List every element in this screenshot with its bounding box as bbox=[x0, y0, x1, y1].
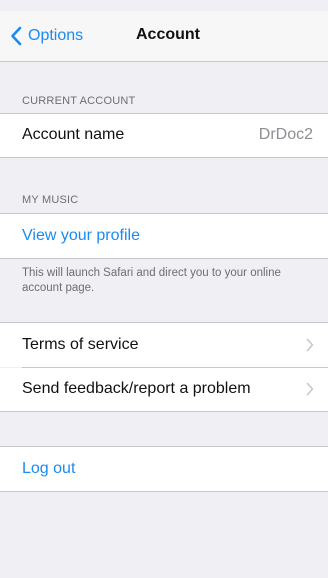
account-name-row: Account name DrDoc2 bbox=[0, 114, 328, 157]
account-screen: Options Account CURRENT ACCOUNT Account … bbox=[0, 0, 328, 578]
divider bbox=[0, 157, 328, 158]
send-feedback-row[interactable]: Send feedback/report a problem bbox=[0, 368, 328, 411]
view-profile-row[interactable]: View your profile bbox=[0, 214, 328, 258]
page-title: Account bbox=[136, 26, 200, 43]
section-header-current-account: CURRENT ACCOUNT bbox=[22, 95, 136, 107]
section-header-my-music: MY MUSIC bbox=[22, 194, 79, 206]
terms-of-service-label: Terms of service bbox=[22, 336, 139, 353]
divider bbox=[0, 258, 328, 259]
navigation-bar: Options Account bbox=[0, 11, 328, 62]
divider bbox=[0, 411, 328, 412]
chevron-right-icon bbox=[306, 382, 314, 401]
chevron-right-icon bbox=[306, 338, 314, 357]
account-name-label: Account name bbox=[22, 126, 125, 143]
divider bbox=[0, 491, 328, 492]
send-feedback-label: Send feedback/report a problem bbox=[22, 380, 251, 397]
log-out-row[interactable]: Log out bbox=[0, 447, 328, 491]
chevron-left-icon bbox=[10, 26, 22, 46]
terms-of-service-row[interactable]: Terms of service bbox=[0, 323, 328, 367]
view-profile-footer-note: This will launch Safari and direct you t… bbox=[22, 267, 281, 294]
status-bar-area bbox=[0, 0, 328, 11]
back-button-label: Options bbox=[28, 27, 84, 44]
back-button[interactable]: Options bbox=[10, 23, 83, 49]
log-out-button[interactable]: Log out bbox=[22, 460, 75, 478]
account-name-value: DrDoc2 bbox=[258, 126, 313, 143]
view-profile-link[interactable]: View your profile bbox=[22, 227, 140, 245]
